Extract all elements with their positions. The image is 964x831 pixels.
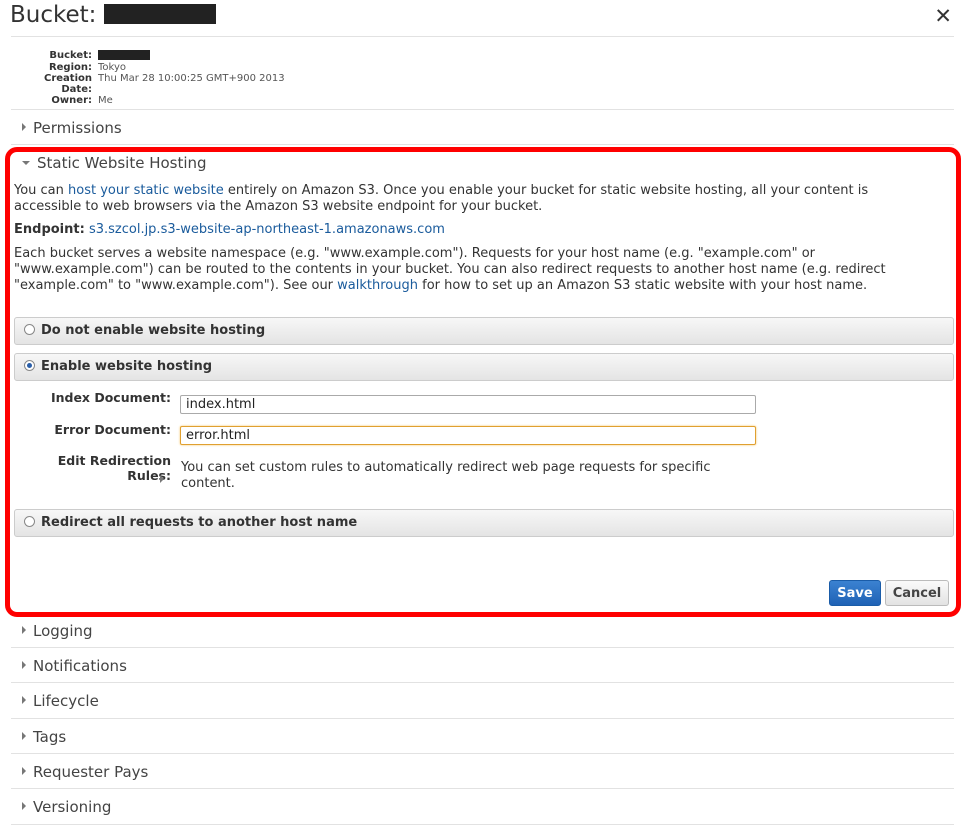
namespace-description: Each bucket serves a website namespace (… [14,246,886,293]
triangle-right-icon [22,123,26,131]
redacted-bucket-value [98,50,150,60]
triangle-right-icon [22,661,26,669]
creation-date-label: Creation Date: [44,73,92,95]
section-lifecycle[interactable]: Lifecycle [22,692,99,710]
cancel-button[interactable]: Cancel [885,580,949,606]
redacted-bucket-name [104,4,217,24]
hosting-intro: You can host your static website entirel… [14,183,869,214]
highlight-frame [5,147,961,617]
save-button[interactable]: Save [829,580,881,606]
endpoint: Endpoint: s3.szcol.jp.s3-website-ap-nort… [14,222,939,238]
triangle-right-icon [22,732,26,740]
divider [11,36,954,37]
region-value: Tokyo [98,62,126,73]
error-document-input[interactable] [180,426,756,445]
radio-enable[interactable] [24,360,35,371]
section-requester-pays[interactable]: Requester Pays [22,763,148,781]
section-logging[interactable]: Logging [22,622,93,640]
divider [11,144,954,145]
divider [11,788,954,789]
owner-value: Me [98,95,113,106]
option-enable-hosting[interactable]: Enable website hosting [14,353,954,381]
triangle-right-icon [22,626,26,634]
triangle-right-icon[interactable] [160,475,164,483]
divider [11,109,954,110]
walkthrough-link[interactable]: walkthrough [337,278,418,293]
dialog-title-label: Bucket: [10,2,97,28]
owner-label: Owner: [51,95,92,106]
option-disable-label: Do not enable website hosting [41,323,266,338]
triangle-right-icon [22,802,26,810]
region-label: Region: [48,62,92,73]
divider [11,753,954,754]
option-redirect-label: Redirect all requests to another host na… [41,515,358,530]
option-enable-label: Enable website hosting [41,359,213,374]
divider [11,647,954,648]
endpoint-link[interactable]: s3.szcol.jp.s3-website-ap-northeast-1.am… [89,222,445,237]
bucket-label: Bucket: [49,50,92,61]
host-static-website-link[interactable]: host your static website [68,183,224,198]
close-icon[interactable]: ✕ [934,4,952,28]
radio-redirect[interactable] [24,516,35,527]
error-document-label: Error Document: [54,422,171,437]
divider [11,682,954,683]
radio-disable[interactable] [24,324,35,335]
bucket-properties: Bucket: Region: Tokyo Creation Date: Thu M… [12,50,285,106]
divider [11,718,954,719]
section-static-website-hosting[interactable]: Static Website Hosting [22,154,207,172]
creation-date-value: Thu Mar 28 10:00:25 GMT+900 2013 [98,73,285,84]
section-notifications[interactable]: Notifications [22,657,127,675]
section-versioning[interactable]: Versioning [22,798,111,816]
index-document-input[interactable] [180,395,756,414]
index-document-label: Index Document: [50,390,171,405]
option-disable-hosting[interactable]: Do not enable website hosting [14,317,954,345]
edit-redirection-rules-label: Edit Redirection Rules: [57,453,171,483]
endpoint-label: Endpoint: [14,222,85,237]
triangle-down-icon [22,161,30,165]
option-redirect-requests[interactable]: Redirect all requests to another host na… [14,509,954,537]
triangle-right-icon [22,767,26,775]
divider [11,824,954,825]
section-tags[interactable]: Tags [22,728,66,746]
triangle-right-icon [22,696,26,704]
redirection-rules-description: You can set custom rules to automaticall… [181,460,711,491]
dialog-title: Bucket: [10,2,217,28]
section-permissions[interactable]: Permissions [22,119,122,137]
